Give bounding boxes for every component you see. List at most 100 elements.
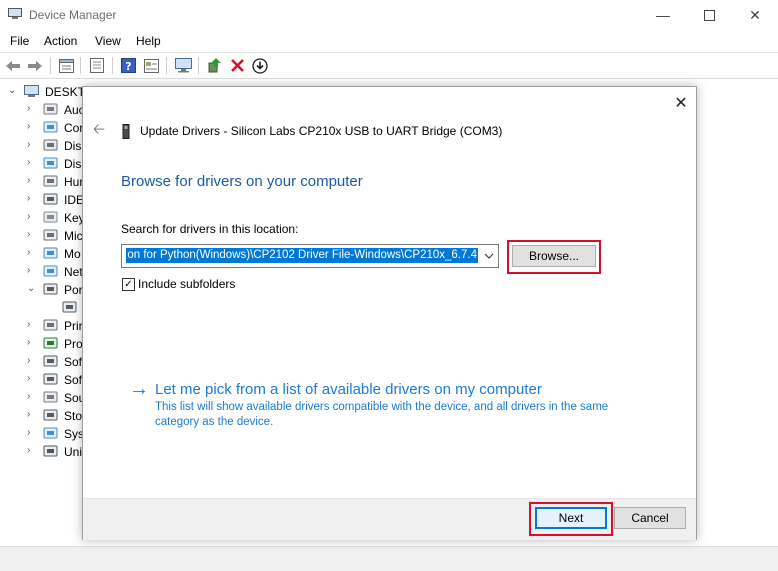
menu-help[interactable]: Help (136, 34, 161, 48)
uninstall-x-icon[interactable] (228, 57, 246, 74)
chevron-right-icon[interactable]: › (27, 175, 30, 186)
tree-item[interactable]: › Uni (0, 443, 90, 461)
chevron-right-icon[interactable]: › (27, 391, 30, 402)
tree-item[interactable]: › Net (0, 263, 90, 281)
menu-file[interactable]: File (10, 34, 29, 48)
view-icon[interactable] (142, 57, 160, 74)
tree-item-label: Pro (64, 337, 83, 351)
chevron-right-icon[interactable]: › (27, 247, 30, 258)
chevron-right-icon[interactable]: › (27, 355, 30, 366)
speaker-icon (43, 103, 58, 116)
toolbar: ? (0, 52, 778, 79)
computer-icon (24, 85, 39, 98)
driver-path-input[interactable]: on for Python(Windows)\CP2102 Driver Fil… (126, 248, 478, 263)
status-bar (0, 546, 778, 571)
sound-icon (43, 391, 58, 404)
chevron-right-icon[interactable]: › (27, 193, 30, 204)
monitor-icon (43, 247, 58, 260)
tree-item-label: Sof (64, 373, 83, 387)
sheet-icon[interactable] (88, 57, 106, 74)
tree-item[interactable]: › Sou (0, 389, 90, 407)
printer-icon (43, 319, 58, 332)
chevron-right-icon[interactable]: › (27, 265, 30, 276)
back-arrow-icon[interactable]: 🡠 (90, 121, 108, 140)
close-icon[interactable]: ✕ (732, 0, 778, 30)
tree-item[interactable] (0, 299, 90, 317)
tree-item[interactable]: › IDE (0, 191, 90, 209)
help-icon[interactable]: ? (119, 57, 137, 74)
chevron-right-icon[interactable]: › (27, 139, 30, 150)
dialog-title: Update Drivers - Silicon Labs CP210x USB… (140, 124, 503, 138)
tree-root[interactable]: ⌄ DESKTO (0, 83, 94, 101)
chevron-right-icon[interactable]: › (27, 373, 30, 384)
chevron-right-icon[interactable]: › (27, 409, 30, 420)
chevron-right-icon[interactable]: › (27, 157, 30, 168)
tree-item[interactable]: › Disp (0, 155, 90, 173)
tree-item[interactable]: › Sof (0, 353, 90, 371)
properties-icon[interactable] (57, 57, 75, 74)
include-subfolders-label[interactable]: Include subfolders (138, 277, 235, 291)
chevron-down-icon[interactable]: ⌄ (27, 283, 35, 294)
monitor-icon[interactable] (174, 57, 192, 74)
tree-item[interactable]: › Mic (0, 227, 90, 245)
chevron-right-icon[interactable]: › (27, 337, 30, 348)
driver-path-combobox[interactable]: on for Python(Windows)\CP2102 Driver Fil… (121, 244, 499, 268)
minimize-icon[interactable]: — (640, 0, 686, 30)
back-arrow-icon[interactable] (4, 57, 22, 74)
tree-item[interactable]: › Sys (0, 425, 90, 443)
cancel-button[interactable]: Cancel (614, 507, 686, 529)
tree-item[interactable]: › Key (0, 209, 90, 227)
ide-icon (43, 193, 58, 206)
processor-icon (43, 337, 58, 350)
next-button[interactable]: Next (535, 507, 607, 529)
tree-item[interactable]: › Hur (0, 173, 90, 191)
keyboard-icon (43, 211, 58, 224)
tree-item[interactable]: › Prir (0, 317, 90, 335)
chevron-right-icon[interactable]: › (27, 229, 30, 240)
tree-item-label: IDE (64, 193, 85, 207)
tree-item[interactable]: › Pro (0, 335, 90, 353)
tree-item-label: Mic (64, 229, 83, 243)
forward-arrow-icon[interactable] (26, 57, 44, 74)
menu-action[interactable]: Action (44, 34, 77, 48)
chevron-right-icon[interactable]: › (27, 427, 30, 438)
update-driver-icon[interactable] (205, 57, 223, 74)
port-icon (43, 283, 58, 296)
software-icon (43, 355, 58, 368)
chevron-right-icon[interactable]: › (27, 211, 30, 222)
tree-item[interactable]: ⌄ Por (0, 281, 90, 299)
menu-view[interactable]: View (95, 34, 121, 48)
maximize-icon[interactable] (686, 0, 732, 30)
close-icon[interactable]: ✕ (671, 93, 691, 113)
tree-item-label: Sys (64, 427, 85, 441)
tree-item[interactable]: › Disl (0, 137, 90, 155)
toolbar-separator (112, 57, 113, 74)
pick-driver-link[interactable]: Let me pick from a list of available dri… (155, 381, 542, 398)
tree-item-label: Cor (64, 121, 84, 135)
pick-driver-description: This list will show available drivers co… (155, 401, 609, 428)
tree-item-label: Hur (64, 175, 84, 189)
chevron-right-icon[interactable]: › (27, 445, 30, 456)
storage-icon (43, 409, 58, 422)
chevron-down-icon[interactable]: ⌄ (8, 85, 16, 96)
tree-item[interactable]: › Mo (0, 245, 90, 263)
chevron-down-icon[interactable] (480, 245, 498, 267)
download-icon[interactable] (251, 57, 269, 74)
browse-button[interactable]: Browse... (512, 245, 596, 267)
toolbar-separator (198, 57, 199, 74)
chevron-right-icon[interactable]: › (27, 319, 30, 330)
hid-icon (43, 175, 58, 188)
chevron-right-icon[interactable]: › (27, 103, 30, 114)
chevron-right-icon[interactable]: › (27, 121, 30, 132)
toolbar-separator (80, 57, 81, 74)
tree-item[interactable]: › Cor (0, 119, 90, 137)
title-bar: Device Manager — ✕ (0, 0, 778, 30)
tree-item[interactable]: › Sof (0, 371, 90, 389)
dialog-heading: Browse for drivers on your computer (121, 173, 363, 190)
tree-item-label: Por (64, 283, 83, 297)
tree-item[interactable]: › Auc (0, 101, 90, 119)
right-arrow-icon[interactable]: → (129, 379, 149, 399)
software-icon (43, 373, 58, 386)
tree-item[interactable]: › Sto (0, 407, 90, 425)
include-subfolders-checkbox[interactable]: ✓ (122, 278, 135, 291)
